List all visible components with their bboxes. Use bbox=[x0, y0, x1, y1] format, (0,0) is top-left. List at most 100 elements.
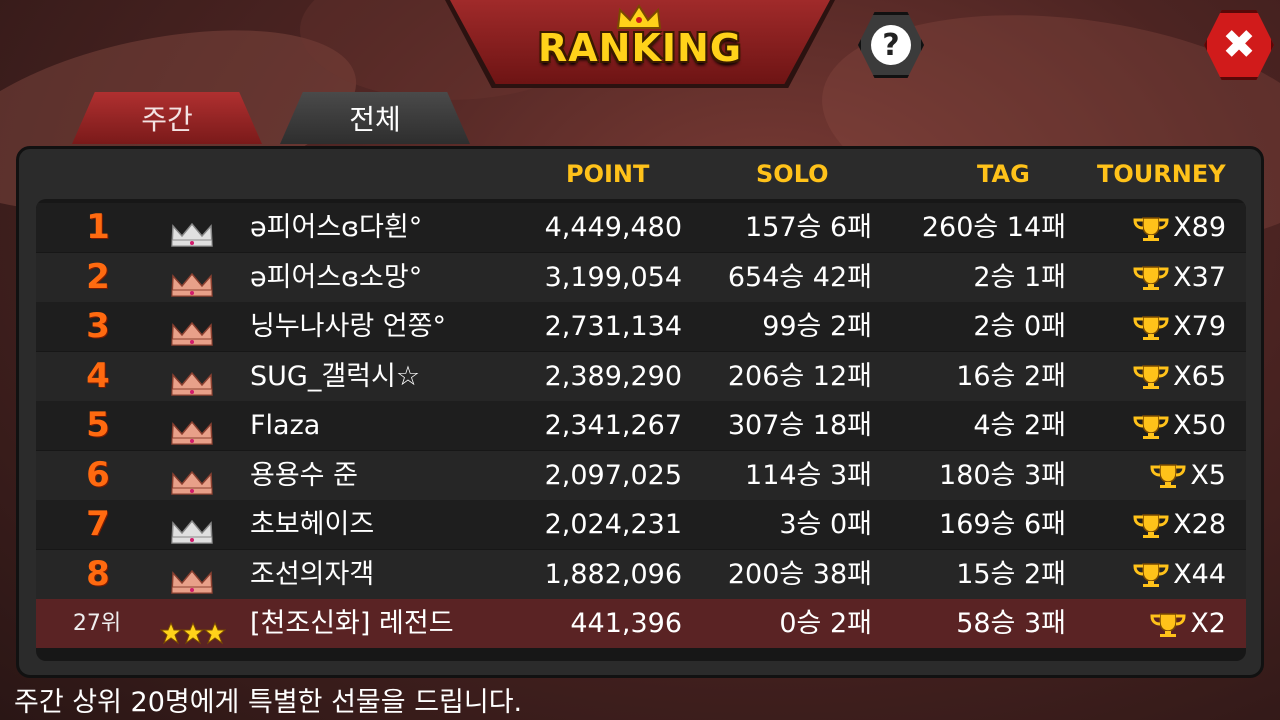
table-row[interactable]: 4 SUG_갤럭시☆ 2,389,290 206승 12패 16승 2패 X65 bbox=[36, 351, 1246, 401]
table-row[interactable]: 5 Flaza 2,341,267 307승 18패 4승 2패 X50 bbox=[36, 401, 1246, 450]
tourney-count: X2 bbox=[1120, 599, 1226, 648]
player-name: 용용수 준 bbox=[250, 459, 358, 491]
player-name: [천조신화] 레전드 bbox=[250, 608, 454, 639]
crown-icon bbox=[170, 364, 214, 396]
tourney-value: X50 bbox=[1173, 410, 1226, 441]
player-solo: 99승 2패 bbox=[762, 311, 872, 342]
table-row[interactable]: 7 초보헤이즈 2,024,231 3승 0패 169승 6패 X28 bbox=[36, 500, 1246, 549]
table-row[interactable]: 8 조선의자객 1,882,096 200승 38패 15승 2패 X44 bbox=[36, 549, 1246, 599]
player-solo: 3승 0패 bbox=[779, 509, 872, 540]
page-title: RANKING bbox=[537, 26, 743, 70]
question-icon: ? bbox=[871, 25, 911, 65]
tourney-value: X28 bbox=[1173, 509, 1226, 540]
tourney-value: X89 bbox=[1173, 212, 1226, 243]
rank-number: 8 bbox=[86, 553, 110, 594]
table-row[interactable]: 2 ə피어스ɞ소망° 3,199,054 654승 42패 2승 1패 X37 bbox=[36, 252, 1246, 302]
trophy-icon bbox=[1150, 464, 1186, 488]
my-rank-row[interactable]: 27위 [천조신화] 레전드 441,396 0승 2패 58승 3패 X2 bbox=[36, 599, 1246, 648]
rank-number: 7 bbox=[86, 504, 110, 544]
player-tag: 260승 14패 bbox=[921, 212, 1066, 243]
player-point: 2,731,134 bbox=[544, 311, 682, 342]
player-point: 2,097,025 bbox=[544, 459, 682, 491]
trophy-icon bbox=[1133, 414, 1169, 439]
trophy-icon bbox=[1133, 513, 1169, 538]
player-solo: 0승 2패 bbox=[779, 608, 872, 639]
tourney-count: X89 bbox=[1120, 203, 1226, 252]
crown-icon bbox=[170, 562, 214, 594]
tourney-value: X44 bbox=[1173, 558, 1226, 590]
tourney-value: X37 bbox=[1173, 261, 1226, 293]
player-name: ə피어스ɞ다흰° bbox=[250, 212, 423, 243]
player-solo: 200승 38패 bbox=[727, 558, 872, 590]
player-tag: 180승 3패 bbox=[939, 459, 1066, 491]
rank-number: 1 bbox=[86, 207, 110, 247]
crown-icon bbox=[170, 215, 214, 247]
column-headers: POINT SOLO TAG TOURNEY bbox=[0, 150, 1280, 194]
footer-notice: 주간 상위 20명에게 특별한 선물을 드립니다. bbox=[14, 687, 523, 718]
tourney-count: X50 bbox=[1120, 401, 1226, 450]
player-solo: 307승 18패 bbox=[727, 410, 872, 441]
player-name: 닝누나사랑 언쫑° bbox=[250, 311, 446, 342]
player-name: 조선의자객 bbox=[250, 558, 375, 590]
header-tag: TAG bbox=[977, 160, 1030, 188]
tourney-value: X79 bbox=[1173, 311, 1226, 342]
rank-number: 5 bbox=[86, 405, 110, 445]
tourney-count: X79 bbox=[1120, 302, 1226, 351]
header-solo: SOLO bbox=[756, 160, 829, 188]
player-point: 3,199,054 bbox=[544, 261, 682, 293]
player-tag: 16승 2패 bbox=[956, 360, 1066, 392]
tourney-value: X65 bbox=[1173, 360, 1226, 392]
header-point: POINT bbox=[566, 160, 650, 188]
player-point: 4,449,480 bbox=[544, 212, 682, 243]
rank-number: 6 bbox=[86, 454, 110, 495]
crown-icon bbox=[170, 314, 214, 346]
player-point: 1,882,096 bbox=[544, 558, 682, 590]
player-tag: 2승 1패 bbox=[973, 261, 1066, 293]
table-row[interactable]: 1 ə피어스ɞ다흰° 4,449,480 157승 6패 260승 14패 X89 bbox=[36, 203, 1246, 252]
player-point: 2,341,267 bbox=[544, 410, 682, 441]
rank-number: 3 bbox=[86, 306, 110, 346]
trophy-icon bbox=[1133, 315, 1169, 340]
header-tourney: TOURNEY bbox=[1097, 160, 1226, 188]
tourney-count: X37 bbox=[1120, 253, 1226, 302]
table-row[interactable]: 6 용용수 준 2,097,025 114승 3패 180승 3패 X5 bbox=[36, 450, 1246, 500]
player-solo: 157승 6패 bbox=[745, 212, 872, 243]
trophy-icon bbox=[1133, 266, 1169, 290]
player-solo: 654승 42패 bbox=[727, 261, 872, 293]
ranking-list[interactable]: 1 ə피어스ɞ다흰° 4,449,480 157승 6패 260승 14패 X89 2 ə피어… bbox=[36, 199, 1246, 661]
crown-icon bbox=[170, 463, 214, 495]
tourney-count: X5 bbox=[1120, 451, 1226, 500]
player-name: Flaza bbox=[250, 410, 321, 441]
crown-icon bbox=[170, 413, 214, 445]
player-name: 초보헤이즈 bbox=[250, 509, 375, 540]
trophy-icon bbox=[1133, 563, 1169, 587]
rank-number: 27위 bbox=[72, 611, 122, 636]
crown-icon bbox=[170, 265, 214, 297]
player-tag: 2승 0패 bbox=[973, 311, 1066, 342]
player-point: 2,389,290 bbox=[544, 360, 682, 392]
trophy-icon bbox=[1133, 365, 1169, 389]
tourney-count: X44 bbox=[1120, 550, 1226, 599]
player-tag: 4승 2패 bbox=[973, 410, 1066, 441]
star-rating-icon bbox=[159, 612, 227, 645]
player-point: 441,396 bbox=[570, 608, 682, 639]
tourney-value: X2 bbox=[1190, 608, 1226, 639]
tourney-value: X5 bbox=[1190, 459, 1226, 491]
tab-weekly[interactable]: 주간 bbox=[72, 92, 262, 144]
player-solo: 114승 3패 bbox=[745, 459, 872, 491]
rank-number: 2 bbox=[86, 256, 110, 297]
player-solo: 206승 12패 bbox=[727, 360, 872, 392]
crown-icon bbox=[170, 512, 214, 544]
player-tag: 15승 2패 bbox=[956, 558, 1066, 590]
tourney-count: X28 bbox=[1120, 500, 1226, 549]
player-point: 2,024,231 bbox=[544, 509, 682, 540]
player-tag: 169승 6패 bbox=[939, 509, 1066, 540]
trophy-icon bbox=[1150, 612, 1186, 637]
player-name: SUG_갤럭시☆ bbox=[250, 360, 421, 392]
tab-all[interactable]: 전체 bbox=[280, 92, 470, 144]
tourney-count: X65 bbox=[1120, 352, 1226, 401]
rank-number: 4 bbox=[86, 355, 110, 396]
trophy-icon bbox=[1133, 216, 1169, 241]
table-row[interactable]: 3 닝누나사랑 언쫑° 2,731,134 99승 2패 2승 0패 X79 bbox=[36, 302, 1246, 351]
player-tag: 58승 3패 bbox=[956, 608, 1066, 639]
